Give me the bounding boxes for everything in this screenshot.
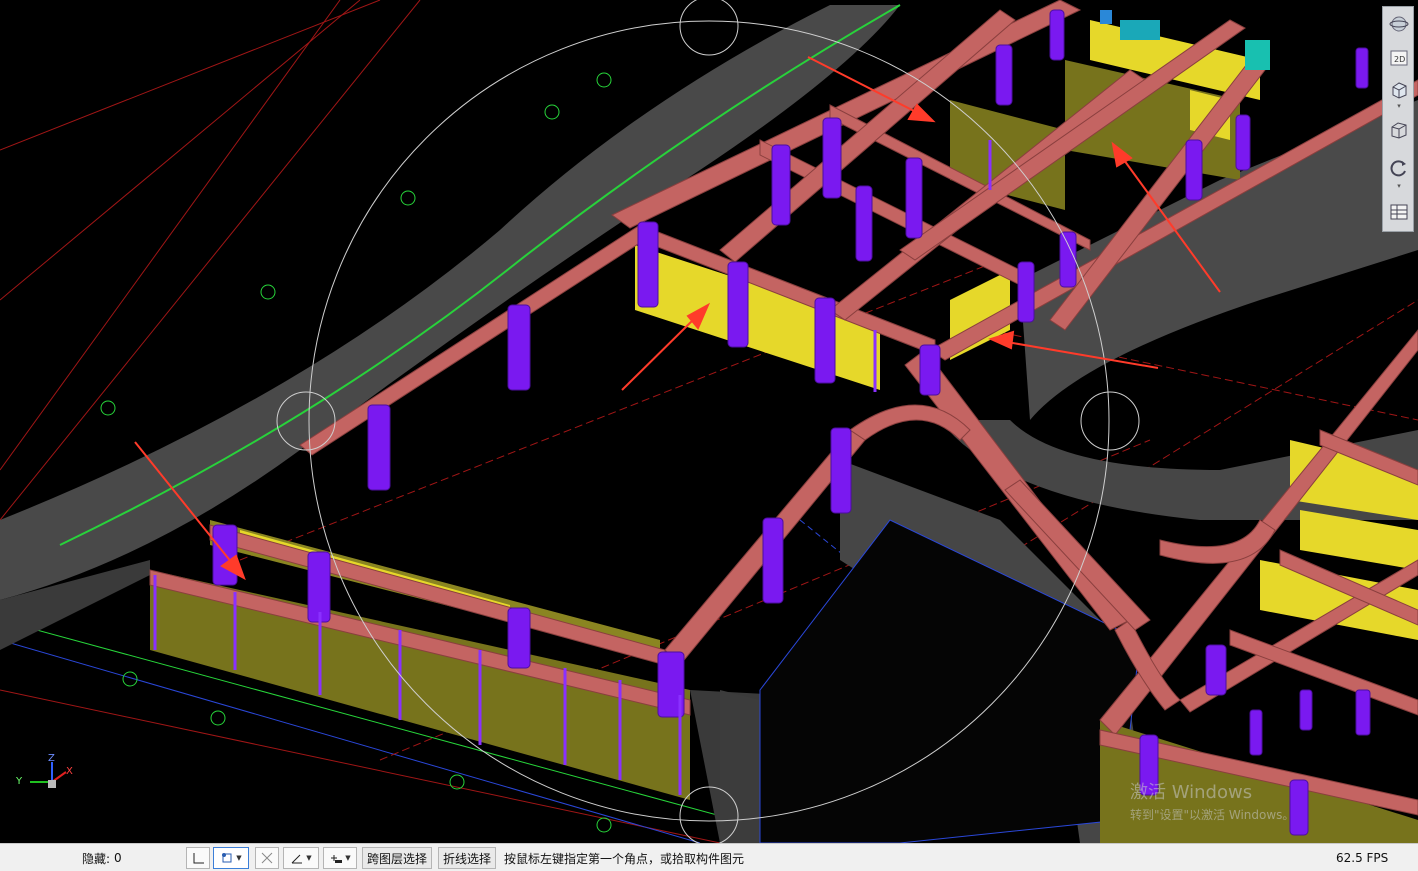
fps-counter: 62.5 FPS	[1336, 851, 1389, 865]
view-navigation-toolbar: 2D ▾ ▾	[1382, 6, 1414, 232]
axis-z-label: Z	[48, 753, 55, 764]
cross-snap-button[interactable]	[255, 847, 279, 869]
structure-3d-scene[interactable]	[0, 0, 1418, 843]
rotate-dropdown-icon[interactable]: ▾	[1395, 183, 1403, 190]
view-2d-button[interactable]: 2D	[1386, 45, 1411, 70]
view-box-button[interactable]	[1386, 117, 1411, 142]
cube-outline-icon	[1391, 121, 1406, 139]
axis-indicator: Z X Y	[14, 752, 74, 796]
layer-grid-icon	[1390, 204, 1407, 219]
hidden-count: 0	[114, 851, 122, 865]
layer-panel-button[interactable]	[1386, 199, 1411, 224]
angle-dropdown[interactable]: ▼	[283, 847, 319, 869]
offset-icon	[331, 855, 343, 863]
snap-dropdown-icon: ▼	[236, 854, 242, 862]
snap-mode-dropdown[interactable]: ▼	[213, 847, 249, 869]
command-prompt: 按鼠标左键指定第一个角点，或拾取构件图元	[504, 851, 745, 866]
rotate-icon	[1390, 159, 1406, 176]
view-2d-label: 2D	[1394, 55, 1406, 64]
snap-icon	[222, 853, 232, 863]
activation-subtitle: 转到"设置"以激活 Windows。	[1130, 808, 1295, 822]
hidden-count-area: 隐藏: 0	[82, 847, 122, 869]
axis-x-label: X	[66, 766, 73, 777]
ortho-toggle-button[interactable]	[186, 847, 210, 869]
view-3d-dropdown-icon[interactable]: ▾	[1395, 103, 1403, 110]
ortho-icon	[193, 853, 204, 864]
cube-3d-icon	[1392, 81, 1406, 99]
cross-icon	[261, 852, 273, 864]
hidden-label: 隐藏:	[82, 851, 111, 866]
rotate-button[interactable]	[1386, 155, 1411, 180]
view-3d-button[interactable]	[1386, 77, 1411, 102]
offset-dropdown[interactable]: ▼	[323, 847, 357, 869]
cross-layer-select-button[interactable]: 跨图层选择	[362, 847, 433, 869]
axis-y-label: Y	[15, 776, 23, 787]
polyline-select-button[interactable]: 折线选择	[438, 847, 497, 869]
orbit-button[interactable]	[1386, 11, 1411, 36]
angle-icon	[291, 854, 303, 864]
offset-dropdown-icon: ▼	[345, 854, 351, 862]
3d-viewport[interactable]: Z X Y 激活 Windows 转到"设置"以激活 Windows。 2D ▾…	[0, 0, 1418, 843]
status-bar: 隐藏: 0 ▼ ▼ ▼ 跨图层选择 折线选择 按鼠标左键指定第一个角点，或拾取构…	[0, 843, 1418, 871]
globe-orbit-icon	[1389, 16, 1408, 31]
angle-dropdown-icon: ▼	[306, 854, 312, 862]
activation-title: 激活 Windows	[1130, 782, 1253, 803]
windows-activation-watermark: 激活 Windows 转到"设置"以激活 Windows。	[1130, 778, 1294, 823]
